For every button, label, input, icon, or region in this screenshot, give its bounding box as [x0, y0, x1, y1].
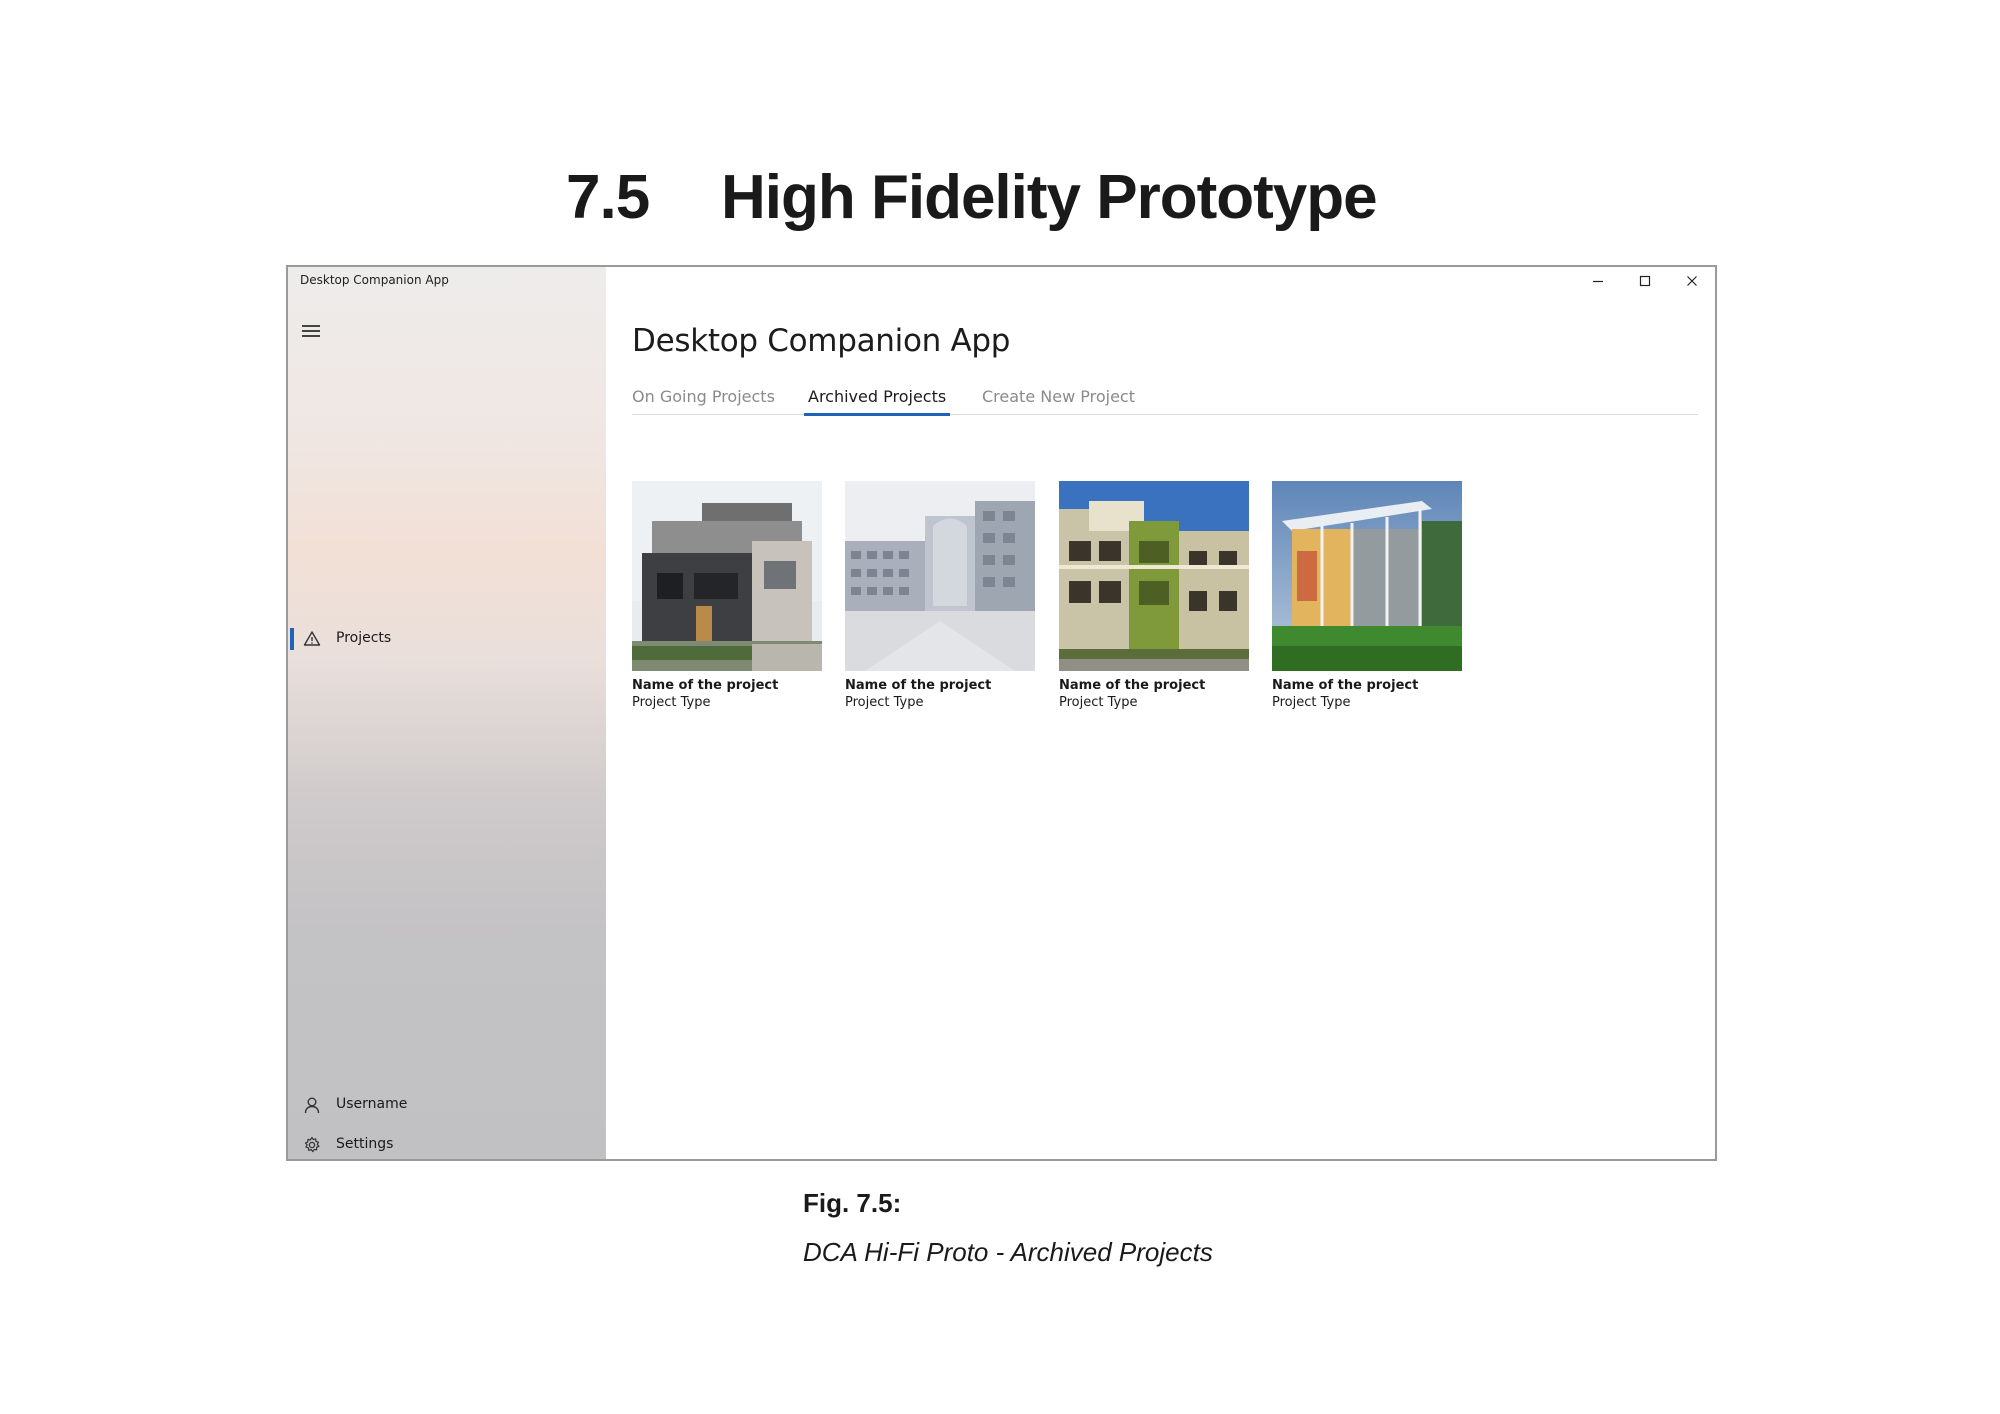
nav-item-label: Settings: [336, 1136, 394, 1152]
person-icon: [304, 1097, 320, 1114]
project-type: Project Type: [632, 695, 711, 710]
close-icon: [1686, 276, 1697, 286]
project-card[interactable]: Name of the project Project Type: [1059, 481, 1249, 710]
tab-label: Create New Project: [982, 387, 1135, 406]
figure-label: Fig. 7.5:: [803, 1188, 902, 1218]
maximize-icon: [1639, 275, 1650, 287]
project-name: Name of the project: [1272, 678, 1419, 693]
project-type: Project Type: [1059, 695, 1138, 710]
nav-item-settings[interactable]: Settings: [288, 1130, 606, 1159]
nav-item-username[interactable]: Username: [288, 1090, 606, 1120]
close-button[interactable]: [1668, 267, 1715, 295]
project-thumbnail-image: [632, 481, 822, 671]
project-type: Project Type: [845, 695, 924, 710]
window-controls: [1574, 267, 1715, 295]
section-title: High Fidelity Prototype: [721, 163, 1378, 232]
minimize-button[interactable]: [1574, 267, 1621, 295]
page-title: Desktop Companion App: [632, 323, 1011, 359]
figure-caption: Fig. 7.5: DCA Hi-Fi Proto - Archived Pro…: [803, 1188, 1213, 1268]
tab-label: Archived Projects: [808, 387, 947, 406]
project-card[interactable]: Name of the project Project Type: [845, 481, 1035, 710]
project-card[interactable]: Name of the project Project Type: [632, 481, 822, 710]
window-title: Desktop Companion App: [300, 273, 449, 287]
project-thumbnail-image: [1272, 481, 1462, 671]
nav-item-label: Username: [336, 1096, 408, 1112]
nav-item-label: Projects: [336, 630, 392, 646]
project-thumbnail-image: [845, 481, 1035, 671]
section-heading: 7.5 High Fidelity Prototype: [0, 162, 2000, 242]
hamburger-menu-icon[interactable]: [302, 325, 320, 339]
project-card[interactable]: Name of the project Project Type: [1272, 481, 1462, 710]
section-number: 7.5: [566, 163, 650, 232]
active-tab-indicator: [804, 413, 951, 416]
tab-bar: On Going Projects Archived Projects Crea…: [632, 387, 1698, 416]
project-name: Name of the project: [632, 678, 779, 693]
project-name: Name of the project: [1059, 678, 1206, 693]
tab-create-new-project[interactable]: Create New Project: [982, 387, 1135, 415]
warning-triangle-icon: [303, 631, 321, 646]
minimize-icon: [1592, 280, 1603, 283]
figure-description: DCA Hi-Fi Proto - Archived Projects: [803, 1237, 1213, 1267]
maximize-button[interactable]: [1621, 267, 1668, 295]
project-name: Name of the project: [845, 678, 992, 693]
gear-icon: [304, 1136, 320, 1153]
selection-indicator: [290, 628, 294, 650]
project-type: Project Type: [1272, 695, 1351, 710]
app-window: Desktop Companion App Projects Username …: [286, 265, 1717, 1161]
project-thumbnail-image: [1059, 481, 1249, 671]
navigation-pane: Desktop Companion App Projects: [288, 267, 606, 1159]
tab-archived-projects[interactable]: Archived Projects: [804, 387, 951, 416]
tab-ongoing-projects[interactable]: On Going Projects: [632, 387, 775, 415]
tab-label: On Going Projects: [632, 387, 775, 406]
nav-item-projects[interactable]: Projects: [288, 624, 606, 654]
